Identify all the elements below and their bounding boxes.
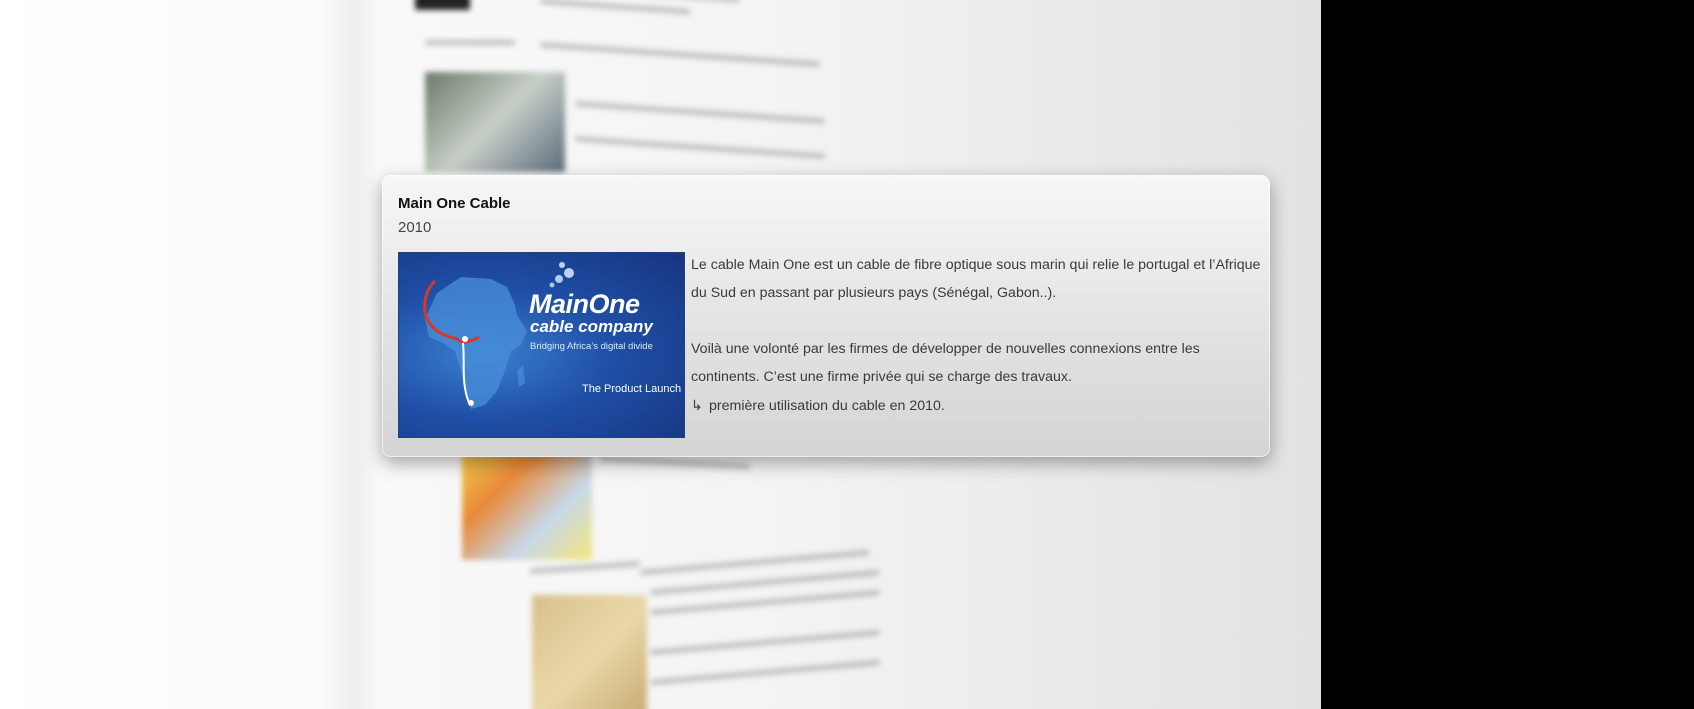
event-year: 2010	[398, 219, 432, 236]
brand-tagline: Bridging Africa’s digital divide	[530, 341, 653, 352]
madagascar-shape	[517, 365, 525, 387]
logo-bubble-icon	[555, 275, 563, 283]
mainone-promo-image[interactable]: MainOne cable company Bridging Africa’s …	[398, 252, 685, 438]
blurred-text-line	[540, 0, 690, 15]
blurred-heading	[529, 561, 641, 574]
blurred-text-line	[599, 456, 751, 469]
blurred-text-line	[640, 549, 870, 576]
blurred-heading	[425, 40, 515, 45]
africa-silhouette	[425, 277, 527, 409]
blurred-text-line	[575, 136, 825, 159]
blurred-text-line	[540, 42, 820, 67]
logo-bubble-icon	[549, 282, 555, 288]
event-note: ↳ première utilisation du cable en 2010.	[691, 391, 1261, 420]
timeline-event-popup[interactable]: Main One Cable 2010 MainOne cable compan…	[382, 175, 1270, 457]
landing-point-icon	[468, 400, 474, 406]
blurred-text-line	[650, 659, 880, 686]
brand-subtitle: cable company	[530, 317, 653, 336]
return-arrow-icon: ↳	[691, 397, 703, 413]
blurred-photo	[425, 72, 565, 172]
logo-bubble-icon	[559, 262, 565, 268]
blurred-map-thumbnail	[462, 445, 592, 560]
blurred-text-line	[650, 589, 880, 616]
blurred-text-line	[650, 569, 880, 596]
blurred-map-thumbnail	[532, 595, 647, 709]
event-note-text: première utilisation du cable en 2010.	[709, 398, 945, 414]
blurred-text-line	[650, 629, 880, 656]
page-background: Main One Cable 2010 MainOne cable compan…	[0, 0, 1321, 709]
description-paragraph: Le cable Main One est un cable de fibre …	[691, 257, 1261, 301]
blurred-thumbnail	[415, 0, 470, 10]
brand-name: MainOne	[529, 289, 640, 319]
event-description: Le cable Main One est un cable de fibre …	[691, 251, 1261, 420]
logo-bubble-icon	[564, 268, 574, 278]
landing-point-icon	[462, 336, 468, 342]
launch-label: The Product Launch	[582, 383, 682, 395]
description-paragraph: Voilà une volonté par les firmes de déve…	[691, 341, 1200, 385]
blurred-text-line	[575, 101, 825, 124]
event-title: Main One Cable	[398, 195, 511, 212]
